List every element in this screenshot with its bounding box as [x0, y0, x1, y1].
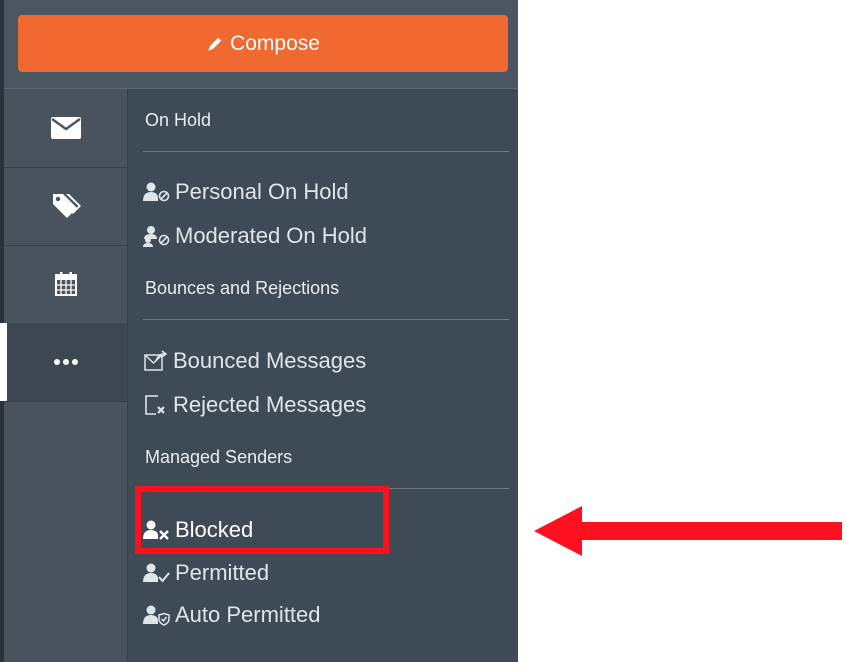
rejected-message-icon — [145, 395, 165, 415]
tags-icon — [52, 194, 81, 218]
section-divider — [143, 151, 509, 152]
menu-item-rejected-messages[interactable]: Rejected Messages — [143, 388, 366, 422]
envelope-icon — [50, 117, 81, 139]
menu-item-auto-permitted[interactable]: Auto Permitted — [143, 598, 321, 632]
menu-item-label: Permitted — [175, 560, 270, 585]
menu-item-bounced-messages[interactable]: Bounced Messages — [143, 344, 366, 378]
menu-item-moderated-on-hold[interactable]: Moderated On Hold — [143, 219, 367, 253]
section-divider — [143, 319, 509, 320]
compose-area: Compose — [0, 0, 518, 89]
nav-rail — [0, 89, 127, 662]
calendar-icon — [54, 272, 77, 296]
users-hold-icon — [143, 226, 170, 247]
menu-item-permitted[interactable]: Permitted — [143, 556, 269, 590]
rail-item-calendar[interactable] — [4, 245, 127, 324]
more-menu: On Hold Personal On Hold Moderated On Ho… — [128, 89, 518, 662]
user-hold-icon — [143, 182, 170, 202]
menu-item-label: Personal On Hold — [175, 179, 349, 204]
menu-item-label: Rejected Messages — [173, 392, 367, 417]
user-permitted-icon — [143, 563, 170, 583]
sidebar-panel: Compose On Hold Personal On Hold Moderat… — [0, 0, 518, 662]
section-heading-managed-senders: Managed Senders — [145, 447, 293, 467]
rail-item-more[interactable] — [0, 323, 127, 402]
highlight-box — [135, 486, 389, 554]
section-heading-on-hold: On Hold — [145, 110, 212, 130]
more-icon — [53, 359, 78, 365]
menu-item-label: Auto Permitted — [175, 602, 321, 627]
user-auto-permitted-icon — [143, 605, 170, 626]
menu-item-personal-on-hold[interactable]: Personal On Hold — [143, 175, 349, 209]
menu-item-label: Moderated On Hold — [175, 223, 367, 248]
compose-button[interactable]: Compose — [18, 15, 508, 72]
pencil-icon — [208, 37, 222, 51]
rail-item-tags[interactable] — [4, 167, 127, 246]
section-heading-bounces-rejections: Bounces and Rejections — [145, 278, 340, 298]
left-arrow-icon — [534, 506, 842, 556]
bounced-message-icon — [144, 350, 168, 371]
menu-item-label: Bounced Messages — [173, 348, 367, 373]
rail-item-mail[interactable] — [4, 89, 127, 168]
compose-label: Compose — [230, 31, 320, 55]
